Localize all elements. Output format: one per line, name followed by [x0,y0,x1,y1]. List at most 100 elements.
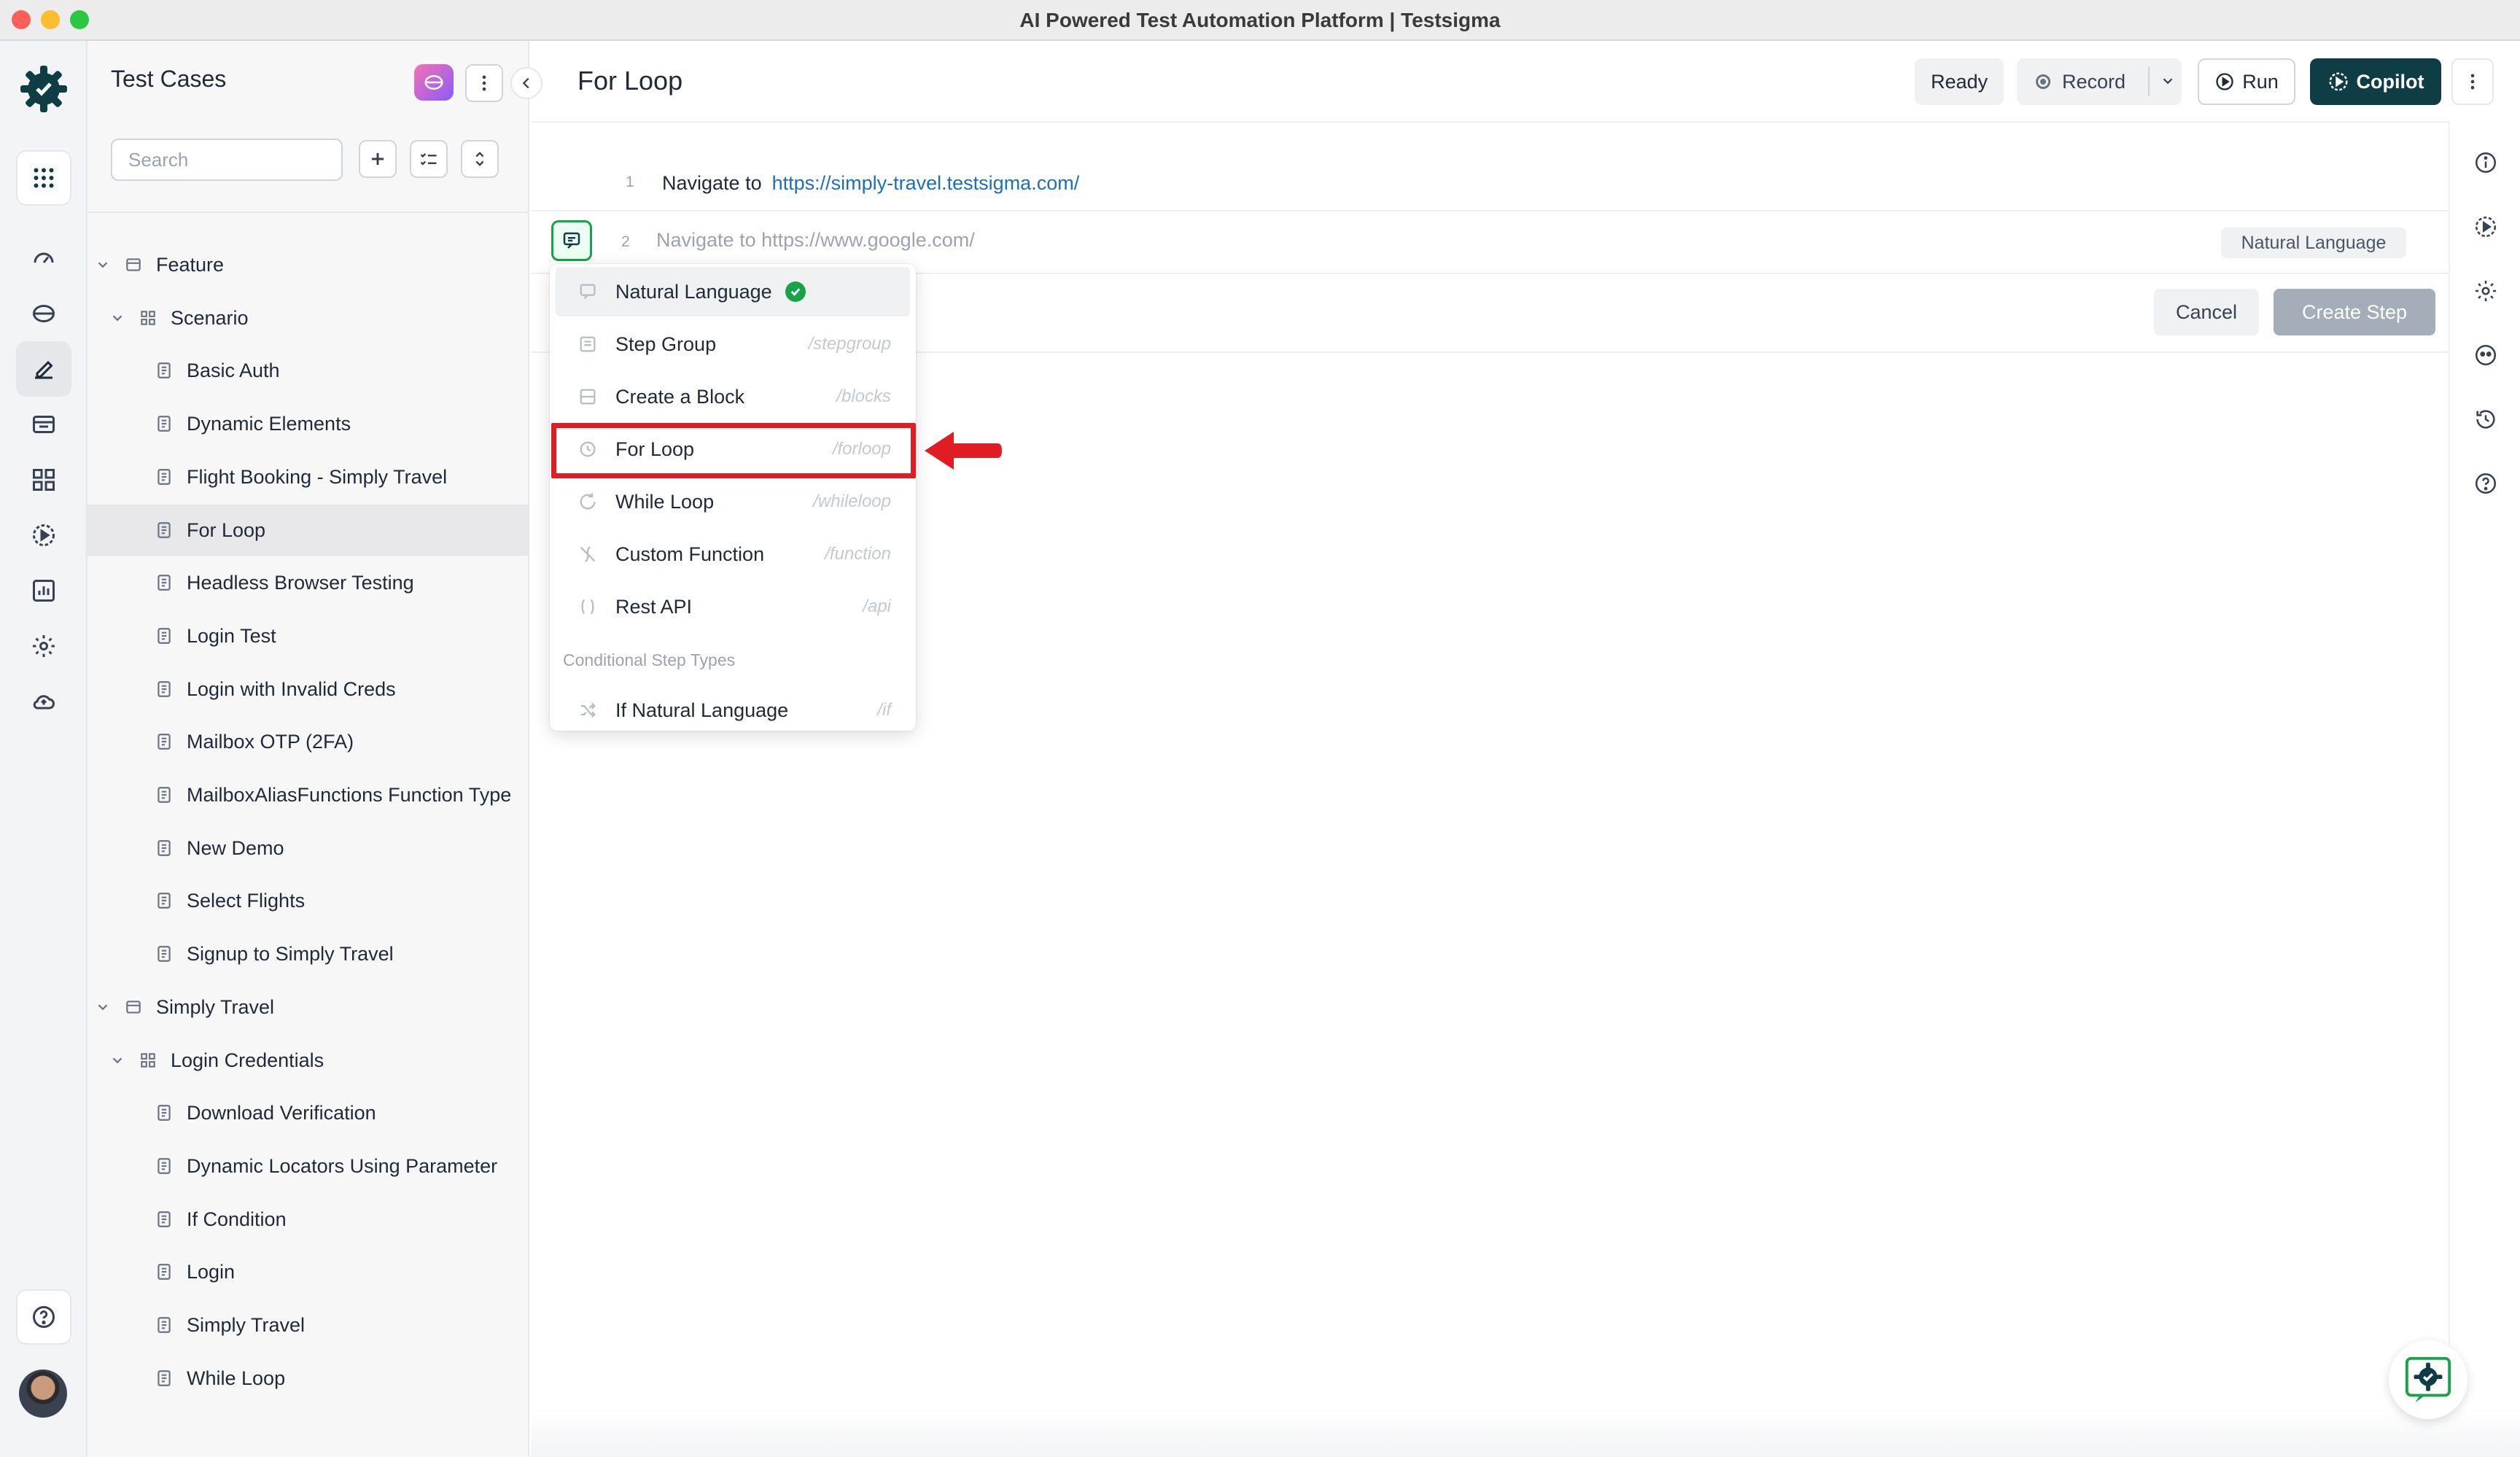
tree-item-login-test[interactable]: Login Test [88,610,528,661]
test-case-icon [158,416,171,432]
panel-more-button[interactable] [465,64,503,102]
dashboard-icon[interactable] [16,230,71,286]
test-case-icon [158,787,171,803]
help-icon[interactable] [16,1289,71,1345]
tree-item-dynamic-locators-using-parameter[interactable]: Dynamic Locators Using Parameter [88,1141,528,1192]
tree-item-headless-browser-testing[interactable]: Headless Browser Testing [88,557,528,608]
test-case-icon [158,575,171,591]
menu-item-if-natural-language[interactable]: If Natural Language /if [556,685,910,735]
block-icon [580,389,596,405]
avatar[interactable] [19,1369,67,1418]
menu-item-custom-function[interactable]: Custom Function /function [556,529,910,579]
search-input[interactable] [111,139,343,181]
test-data-icon[interactable] [16,397,71,452]
shuffle-icon [580,702,596,718]
test-cases-icon[interactable] [16,341,71,397]
chevron-down-icon[interactable] [109,310,125,326]
menu-item-create-block[interactable]: Create a Block /blocks [556,372,910,421]
tree-item-for-loop[interactable]: For Loop [88,505,528,556]
feature-icon [126,1001,141,1014]
projects-icon[interactable] [16,286,71,341]
tree-item-if-condition[interactable]: If Condition [88,1194,528,1245]
menu-item-while-loop[interactable]: While Loop /whileloop [556,477,910,527]
scenario-node-scenario[interactable]: Scenario [88,292,528,343]
gear-icon[interactable] [2473,279,2498,303]
step-url-link[interactable]: https://simply-travel.testsigma.com/ [772,172,1080,194]
tree-item-label: For Loop [187,518,266,541]
copilot-button[interactable]: Copilot [2310,58,2441,105]
add-button[interactable] [359,140,397,178]
tree-item-basic-auth[interactable]: Basic Auth [88,345,528,396]
step-number: 2 [621,233,630,250]
tree-item-label: Mailbox OTP (2FA) [187,730,354,753]
tree-item-signup-to-simply-travel[interactable]: Signup to Simply Travel [88,928,528,979]
test-cases-panel: Test Cases Feature Scenario Basic Auth Dyna… [88,41,542,1457]
tree-item-mailbox-otp-2fa[interactable]: Mailbox OTP (2FA) [88,716,528,767]
step-type-chip[interactable]: Natural Language [2221,228,2406,258]
cancel-button[interactable]: Cancel [2154,289,2259,335]
elements-icon[interactable] [16,452,71,508]
window-title: AI Powered Test Automation Platform | Te… [1019,9,1501,31]
create-step-button[interactable]: Create Step [2274,289,2435,335]
tree-item-download-verification[interactable]: Download Verification [88,1087,528,1138]
runs-icon[interactable] [16,508,71,563]
collapse-panel-button[interactable] [510,67,542,99]
panel-title: Test Cases [111,66,227,92]
step-type-button[interactable] [551,220,592,261]
divider [2148,67,2150,96]
testsigma-logo-icon[interactable] [18,63,70,115]
chevron-down-icon[interactable] [95,257,111,273]
chevron-down-icon[interactable] [2160,73,2176,89]
step-row[interactable]: Navigate to https://simply-travel.testsig… [662,172,1079,195]
more-options-button[interactable] [2451,58,2494,105]
tree-item-simply-travel[interactable]: Simply Travel [88,1299,528,1351]
dry-run-icon[interactable] [2473,214,2498,239]
feature-icon [126,258,141,271]
menu-item-natural-language[interactable]: Natural Language [556,267,910,316]
tree-item-select-flights[interactable]: Select Flights [88,875,528,926]
chevron-down-icon[interactable] [109,1052,125,1068]
scenario-icon [141,311,155,325]
annotation-highlight-box [551,423,916,478]
support-chat-button[interactable] [2389,1340,2468,1419]
scenario-node-login-credentials[interactable]: Login Credentials [88,1035,528,1086]
reports-icon[interactable] [16,563,71,618]
tree-item-login[interactable]: Login [88,1246,528,1297]
bulk-select-button[interactable] [410,140,448,178]
tree-item-label: Simply Travel [156,995,275,1018]
menu-item-rest-api[interactable]: Rest API /api [556,582,910,632]
record-icon [2036,74,2050,89]
ai-bot-icon[interactable] [2473,343,2498,368]
history-icon[interactable] [2473,407,2498,432]
settings-icon[interactable] [16,618,71,674]
step-action: Navigate to [662,172,762,194]
menu-item-step-group[interactable]: Step Group /stepgroup [556,319,910,369]
step-type-menu: Natural Language Step Group /stepgroup C… [550,264,916,731]
help-icon[interactable] [2473,471,2498,496]
apps-grid-icon[interactable] [16,150,71,206]
menu-item-label: Custom Function [615,543,765,565]
tree-item-label: Scenario [171,306,249,329]
menu-item-label: Step Group [615,333,717,355]
tree-item-label: Headless Browser Testing [187,571,414,594]
tree-item-while-loop[interactable]: While Loop [88,1353,528,1404]
record-button[interactable]: Record [2017,58,2182,105]
ai-assistant-icon[interactable] [414,64,454,101]
tree-item-label: Dynamic Elements [187,412,351,435]
tree-item-login-with-invalid-creds[interactable]: Login with Invalid Creds [88,664,528,715]
cloud-icon[interactable] [16,674,71,729]
tree-item-dynamic-elements[interactable]: Dynamic Elements [88,398,528,449]
run-button[interactable]: Run [2198,58,2295,105]
info-icon[interactable] [2473,150,2498,175]
feature-node-simply-travel[interactable]: Simply Travel [88,982,528,1033]
step-number: 1 [626,174,634,190]
tree-item-new-demo[interactable]: New Demo [88,823,528,874]
feature-node-feature[interactable]: Feature [88,239,528,290]
step-input-field[interactable]: Navigate to https://www.google.com/ [656,229,2115,252]
tree-item-flight-booking-simply-travel[interactable]: Flight Booking - Simply Travel [88,451,528,502]
sort-button[interactable] [461,140,499,178]
test-case-icon [158,1370,171,1386]
tree-item-mailboxaliasfunctions-function-type[interactable]: MailboxAliasFunctions Function Type [88,769,528,820]
chevron-down-icon[interactable] [95,999,111,1015]
divider [531,210,2449,211]
